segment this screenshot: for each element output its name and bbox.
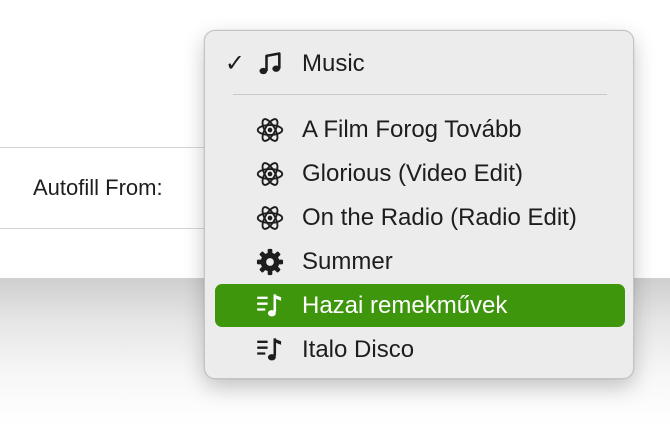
menu-item-italo-disco[interactable]: Italo Disco bbox=[215, 328, 625, 371]
menu-item-on-the-radio[interactable]: On the Radio (Radio Edit) bbox=[215, 196, 625, 239]
menu-item-a-film-forog-tovabb[interactable]: A Film Forog Tovább bbox=[215, 108, 625, 151]
menu-item-label: Italo Disco bbox=[302, 335, 415, 363]
playlist-icon bbox=[256, 336, 284, 364]
menu-item-label: Music bbox=[302, 49, 365, 77]
autofill-from-label: Autofill From: bbox=[33, 175, 163, 200]
menu-item-label: Glorious (Video Edit) bbox=[302, 159, 523, 187]
autofill-source-menu: ✓ Music A Film Forog Tovább Glorious (Vi… bbox=[204, 30, 634, 379]
menu-item-label: On the Radio (Radio Edit) bbox=[302, 203, 577, 231]
menu-item-summer[interactable]: Summer bbox=[215, 240, 625, 283]
music-note-icon bbox=[256, 50, 284, 78]
row-divider-top bbox=[0, 147, 205, 148]
menu-item-label: Summer bbox=[302, 247, 393, 275]
menu-item-label: Hazai remekművek bbox=[302, 291, 508, 319]
gear-icon bbox=[256, 248, 284, 276]
atom-icon bbox=[256, 204, 284, 232]
atom-icon bbox=[256, 160, 284, 188]
playlist-icon bbox=[256, 292, 284, 320]
row-divider-bottom bbox=[0, 228, 205, 229]
menu-item-hazai-remekmuvek[interactable]: Hazai remekművek bbox=[215, 284, 625, 327]
checkmark-icon: ✓ bbox=[224, 50, 245, 77]
menu-item-glorious-video-edit[interactable]: Glorious (Video Edit) bbox=[215, 152, 625, 195]
menu-item-label: A Film Forog Tovább bbox=[302, 115, 522, 143]
menu-separator bbox=[233, 94, 607, 95]
menu-item-music[interactable]: ✓ Music bbox=[215, 42, 625, 85]
atom-icon bbox=[256, 116, 284, 144]
